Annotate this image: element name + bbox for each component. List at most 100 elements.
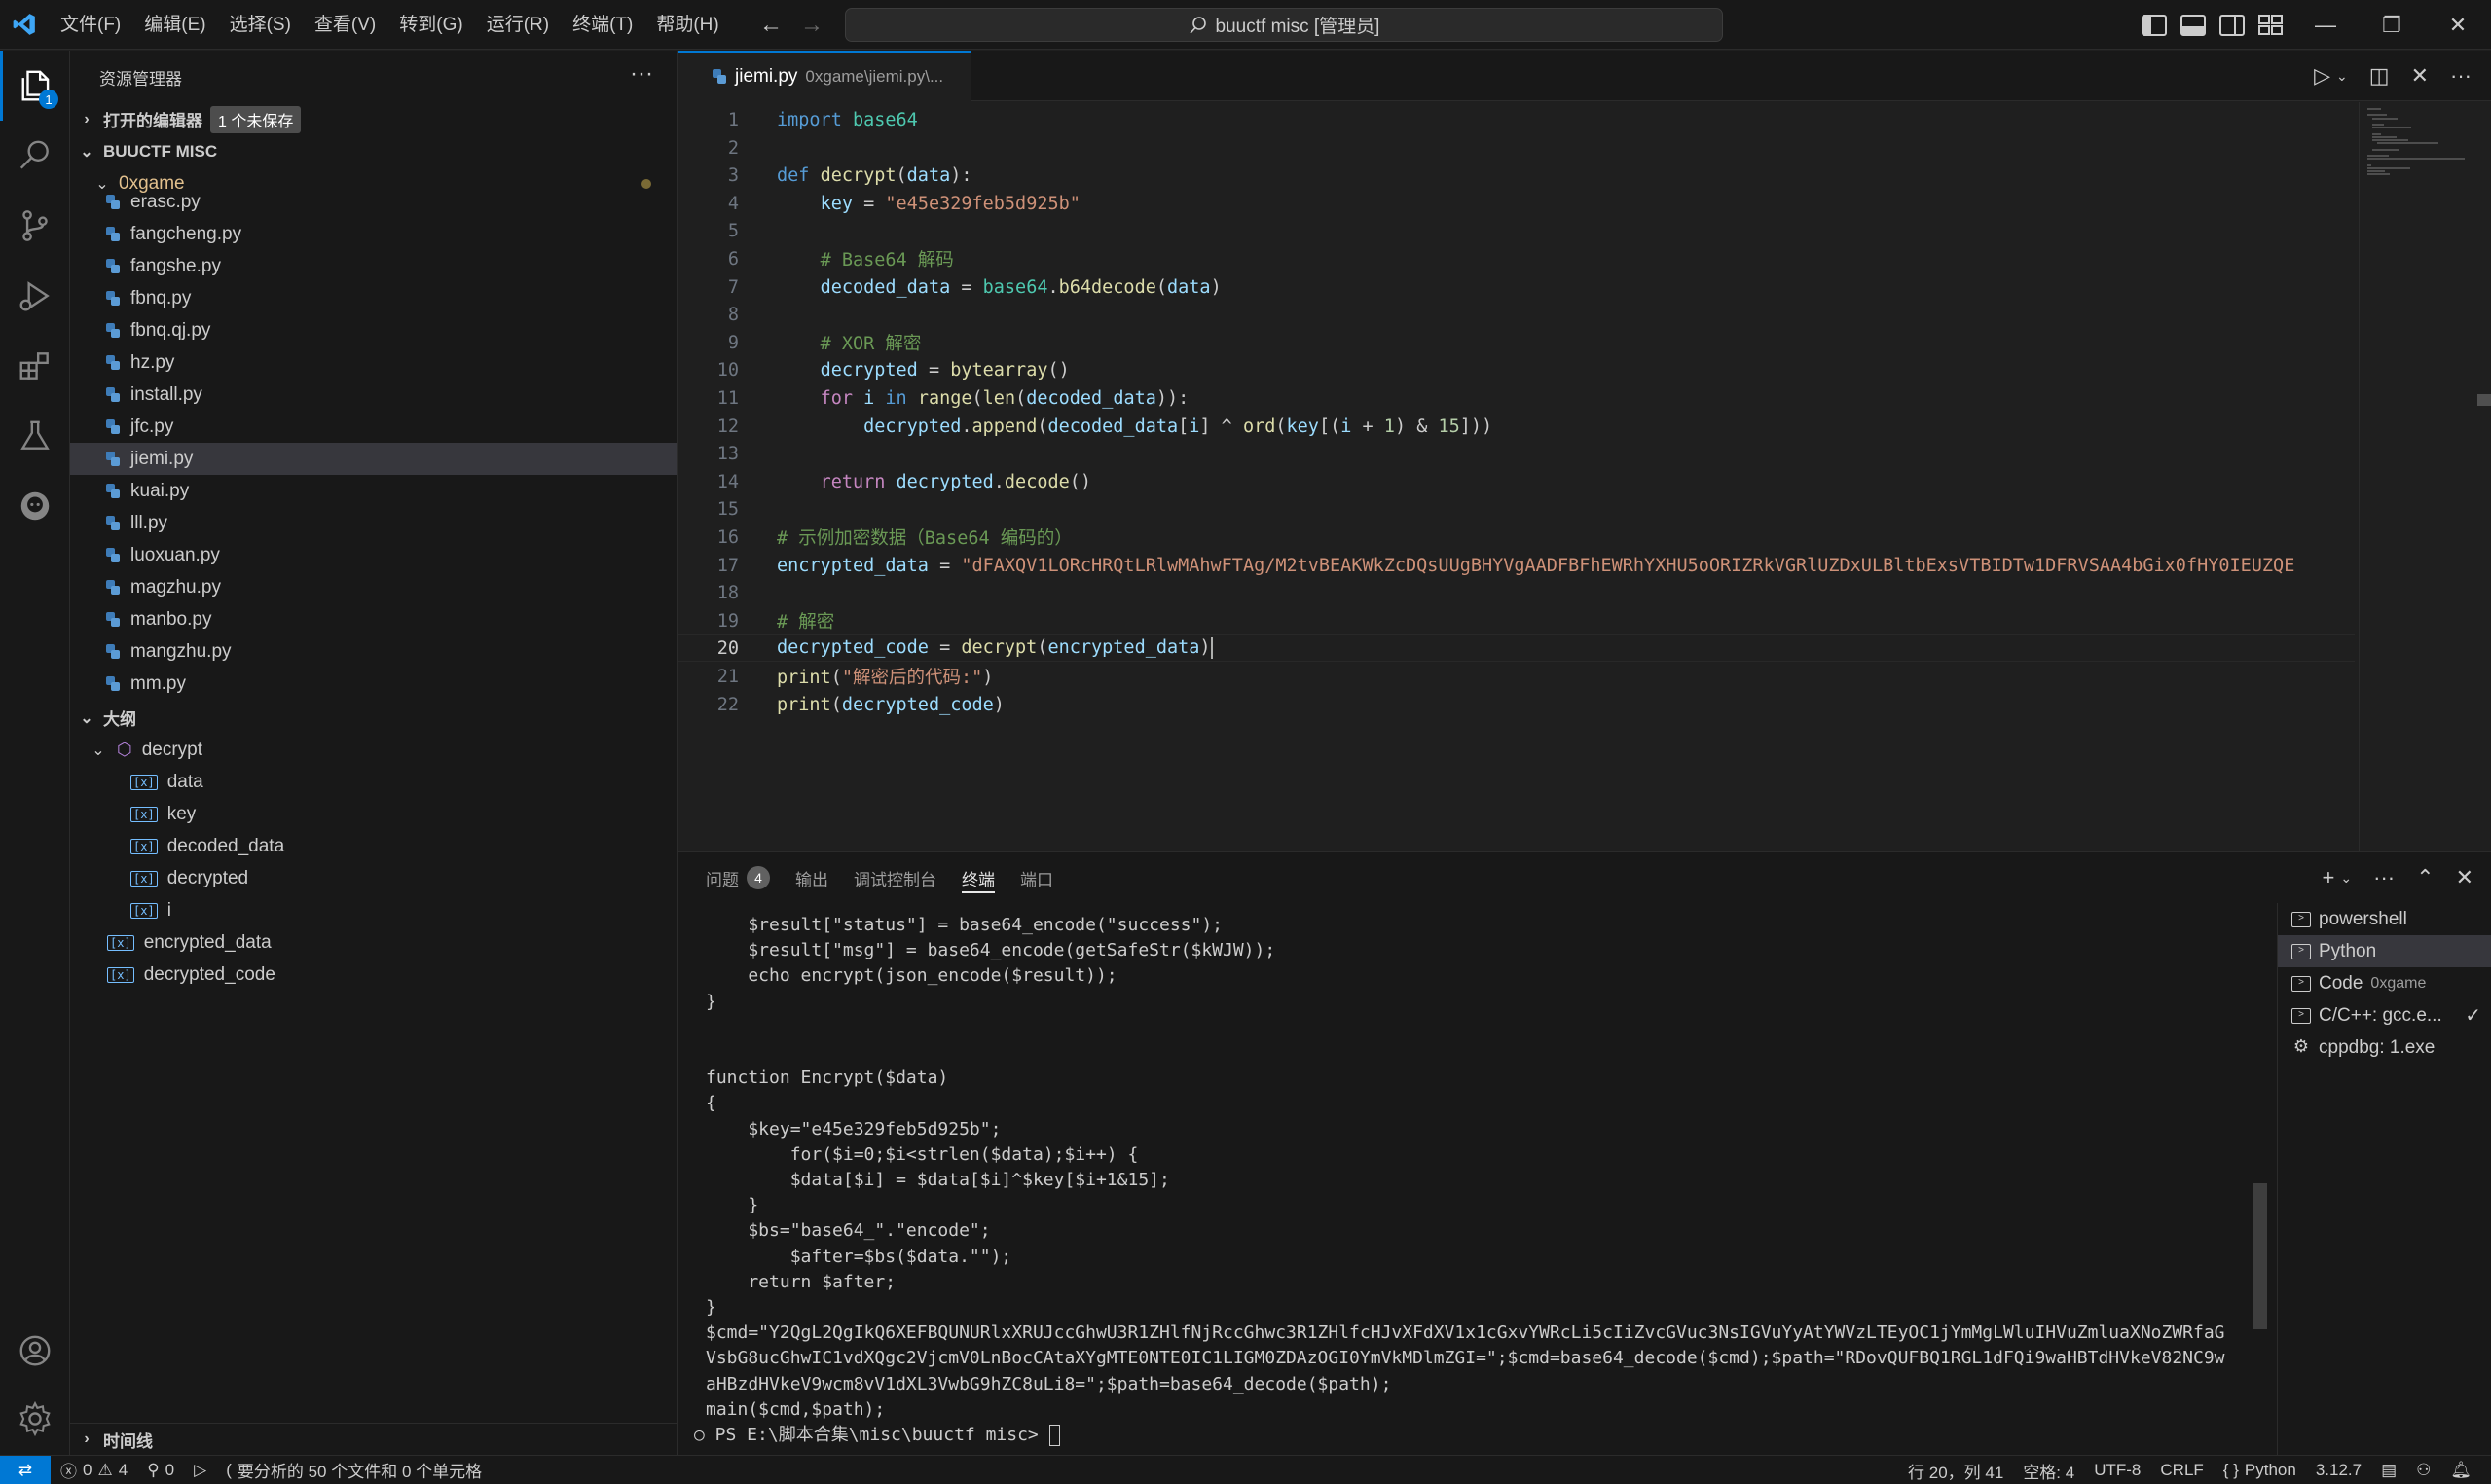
code-line[interactable]: 12 decrypted.append(decoded_data[i] ^ or… <box>678 413 2355 440</box>
problems-status[interactable]: ⓧ 0 ⚠ 4 <box>51 1458 137 1482</box>
ports-status[interactable]: ⚲ 0 <box>137 1461 184 1480</box>
menu-go[interactable]: 转到(G) <box>387 0 474 50</box>
line-ending[interactable]: CRLF <box>2150 1461 2213 1480</box>
extensions-icon[interactable] <box>0 331 70 401</box>
debug-status[interactable]: ▷ <box>184 1461 216 1480</box>
outline-item[interactable]: [x] key <box>70 798 677 830</box>
code-line[interactable]: 17 encrypted_data = "dFAXQV1LORcHRQtLRlwM… <box>678 552 2355 579</box>
remote-indicator-icon[interactable]: ⇄ <box>0 1455 51 1484</box>
code-line[interactable]: 10 decrypted = bytearray() <box>678 356 2355 383</box>
search-view-icon[interactable] <box>0 121 70 191</box>
toggle-panel-icon[interactable] <box>2180 14 2206 36</box>
explorer-icon[interactable]: 1 <box>0 51 70 121</box>
minimap[interactable] <box>2359 102 2475 851</box>
encoding[interactable]: UTF-8 <box>2084 1461 2150 1480</box>
file-item[interactable]: jiemi.py <box>70 443 677 475</box>
file-item[interactable]: mm.py <box>70 668 677 700</box>
terminal-output[interactable]: $result["status"] = base64_encode("succe… <box>678 903 2265 1456</box>
code-line[interactable]: 13 <box>678 440 2355 467</box>
testing-flask-icon[interactable] <box>0 401 70 471</box>
menu-run[interactable]: 运行(R) <box>475 0 561 50</box>
file-item[interactable]: erasc.py <box>70 186 677 218</box>
file-item[interactable]: manbo.py <box>70 603 677 635</box>
code-editor[interactable]: 1 import base64 2 3 def decrypt(data): 4 key … <box>678 102 2491 851</box>
terminal-scrollbar[interactable] <box>2253 1183 2267 1329</box>
code-line[interactable]: 22 print(decrypted_code) <box>678 691 2355 718</box>
menu-selection[interactable]: 选择(S) <box>218 0 303 50</box>
code-line[interactable]: 11 for i in range(len(decoded_data)): <box>678 384 2355 412</box>
menu-view[interactable]: 查看(V) <box>303 0 387 50</box>
code-line[interactable]: 8 <box>678 301 2355 328</box>
code-line[interactable]: 1 import base64 <box>678 106 2355 133</box>
back-arrow-icon[interactable]: ← <box>759 12 783 39</box>
code-line[interactable]: 14 return decrypted.decode() <box>678 468 2355 495</box>
code-line[interactable]: 19 # 解密 <box>678 607 2355 634</box>
terminal-instance[interactable]: > Code 0xgame <box>2278 967 2491 999</box>
tab-jiemi-py[interactable]: jiemi.py 0xgame\jiemi.py\... <box>678 51 971 101</box>
analysis-status[interactable]: ( 要分析的 50 个文件和 0 个单元格 <box>216 1458 492 1482</box>
tab-output[interactable]: 输出 <box>795 852 828 903</box>
cursor-position[interactable]: 行 20，列 41 <box>1898 1459 2013 1483</box>
code-line[interactable]: 6 # Base64 解码 <box>678 245 2355 272</box>
editor-more-icon[interactable]: ··· <box>2450 63 2472 89</box>
notifications-bell-icon[interactable]: 🔔︎ <box>2440 1461 2481 1480</box>
file-item[interactable]: mangzhu.py <box>70 635 677 668</box>
panel-more-icon[interactable]: ··· <box>2373 865 2395 890</box>
run-dropdown-icon[interactable]: ⌄ <box>2336 68 2348 85</box>
accounts-icon[interactable] <box>0 1316 70 1386</box>
code-line[interactable]: 20 decrypted_code = decrypt(encrypted_dat… <box>678 634 2355 662</box>
settings-gear-icon[interactable] <box>0 1384 70 1454</box>
close-editor-icon[interactable]: ✕ <box>2411 63 2429 89</box>
customize-layout-icon[interactable] <box>2258 14 2284 36</box>
source-control-icon[interactable] <box>0 191 70 261</box>
outline-item[interactable]: [x] data <box>70 766 677 798</box>
outline-item[interactable]: ⌄ ⬡ decrypt <box>70 734 677 766</box>
file-item[interactable]: hz.py <box>70 346 677 379</box>
code-line[interactable]: 15 <box>678 495 2355 523</box>
file-item[interactable]: fangcheng.py <box>70 218 677 250</box>
outline-section[interactable]: ⌄ 大纲 <box>70 702 677 734</box>
maximize-panel-icon[interactable]: ⌃ <box>2416 865 2434 890</box>
close-window-button[interactable]: ✕ <box>2425 0 2491 50</box>
code-line[interactable]: 9 # XOR 解密 <box>678 329 2355 356</box>
menu-help[interactable]: 帮助(H) <box>644 0 730 50</box>
minimize-button[interactable]: — <box>2292 0 2359 50</box>
file-item[interactable]: kuai.py <box>70 475 677 507</box>
file-item[interactable]: jfc.py <box>70 411 677 443</box>
code-line[interactable]: 18 <box>678 579 2355 606</box>
close-panel-icon[interactable]: ✕ <box>2456 865 2473 890</box>
menu-terminal[interactable]: 终端(T) <box>561 0 644 50</box>
language-mode[interactable]: { } Python <box>2214 1461 2306 1480</box>
run-debug-icon[interactable] <box>0 261 70 331</box>
terminal-dropdown-icon[interactable]: ⌄ <box>2340 870 2352 887</box>
toggle-primary-sidebar-icon[interactable] <box>2142 14 2167 36</box>
code-line[interactable]: 7 decoded_data = base64.b64decode(data) <box>678 273 2355 301</box>
terminal-instance[interactable]: > C/C++: gcc.e... ✓ <box>2278 999 2491 1032</box>
file-item[interactable]: fbnq.qj.py <box>70 314 677 346</box>
editor-scrollbar[interactable] <box>2477 394 2491 406</box>
indentation[interactable]: 空格: 4 <box>2013 1459 2084 1483</box>
terminal-instance[interactable]: > powershell <box>2278 903 2491 935</box>
menu-edit[interactable]: 编辑(E) <box>132 0 217 50</box>
outline-item[interactable]: [x] decrypted <box>70 862 677 894</box>
file-item[interactable]: install.py <box>70 379 677 411</box>
open-editors-section[interactable]: › 打开的编辑器 1 个未保存 <box>70 103 677 135</box>
tab-debug-console[interactable]: 调试控制台 <box>854 852 936 903</box>
github-icon[interactable] <box>0 471 70 541</box>
timeline-section[interactable]: › 时间线 <box>70 1423 677 1455</box>
outline-item[interactable]: [x] decoded_data <box>70 830 677 862</box>
restore-button[interactable]: ❐ <box>2359 0 2425 50</box>
code-line[interactable]: 3 def decrypt(data): <box>678 162 2355 189</box>
code-line[interactable]: 5 <box>678 217 2355 244</box>
layout-status-icon[interactable]: ▤ <box>2371 1461 2406 1480</box>
code-line[interactable]: 2 <box>678 134 2355 162</box>
forward-arrow-icon[interactable]: → <box>800 12 824 39</box>
file-item[interactable]: luoxuan.py <box>70 539 677 571</box>
more-actions-icon[interactable]: ··· <box>630 60 653 88</box>
code-line[interactable]: 16 # 示例加密数据（Base64 编码的） <box>678 524 2355 551</box>
toggle-secondary-sidebar-icon[interactable] <box>2219 14 2245 36</box>
terminal-instance[interactable]: ⚙ cppdbg: 1.exe <box>2278 1032 2491 1064</box>
copilot-icon[interactable]: ⚇ <box>2406 1461 2440 1480</box>
file-item[interactable]: mtp.py <box>70 700 677 702</box>
workspace-section[interactable]: ⌄ BUUCTF MISC <box>70 135 677 167</box>
